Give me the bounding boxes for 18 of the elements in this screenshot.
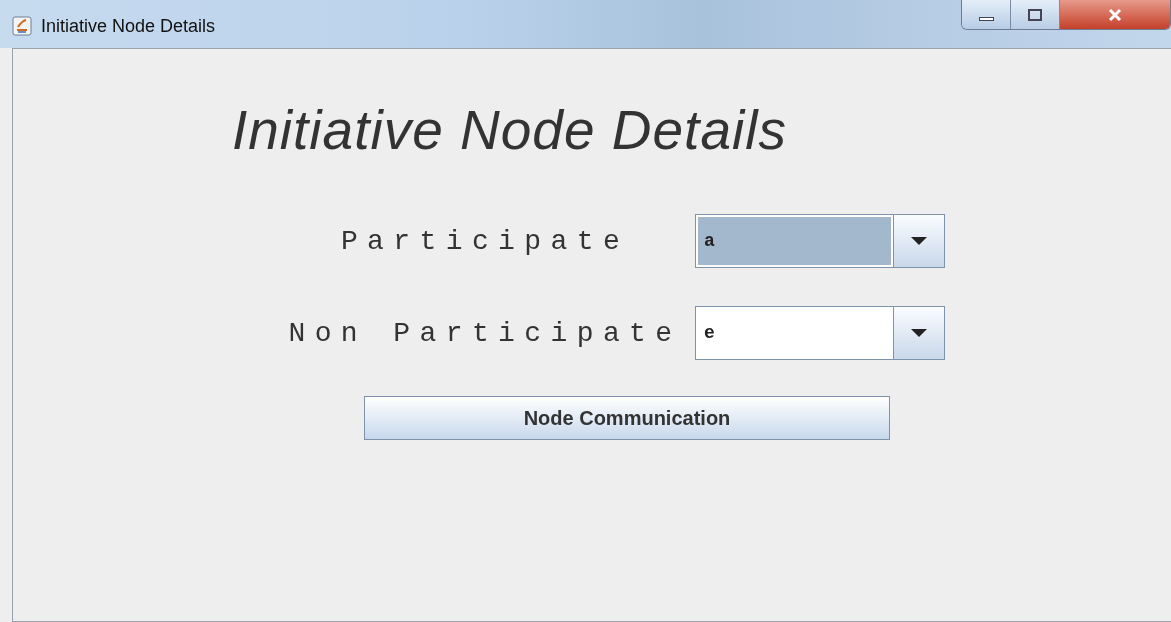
minimize-icon [978,16,994,21]
dropdown[interactable]: e [695,306,945,360]
dropdown[interactable]: a [695,214,945,268]
dropdown-value: e [703,322,716,345]
maximize-button[interactable] [1011,0,1060,29]
caret-icon [909,236,929,246]
minimize-button[interactable] [962,0,1011,29]
app-icon [12,16,32,36]
field-label: Participate [339,225,631,257]
maximize-icon [1025,7,1045,22]
window-title: Initiative Node Details [41,16,216,37]
node-communication-button[interactable]: Node Communication [364,396,890,440]
field-label: Non Participate [287,317,683,349]
dropdown-arrow-button[interactable] [893,307,944,359]
dropdown-value: a [696,215,893,267]
dropdown-arrow-button[interactable] [893,215,944,267]
heading: Initiative Node Details [232,103,787,158]
caret-icon [909,328,929,338]
